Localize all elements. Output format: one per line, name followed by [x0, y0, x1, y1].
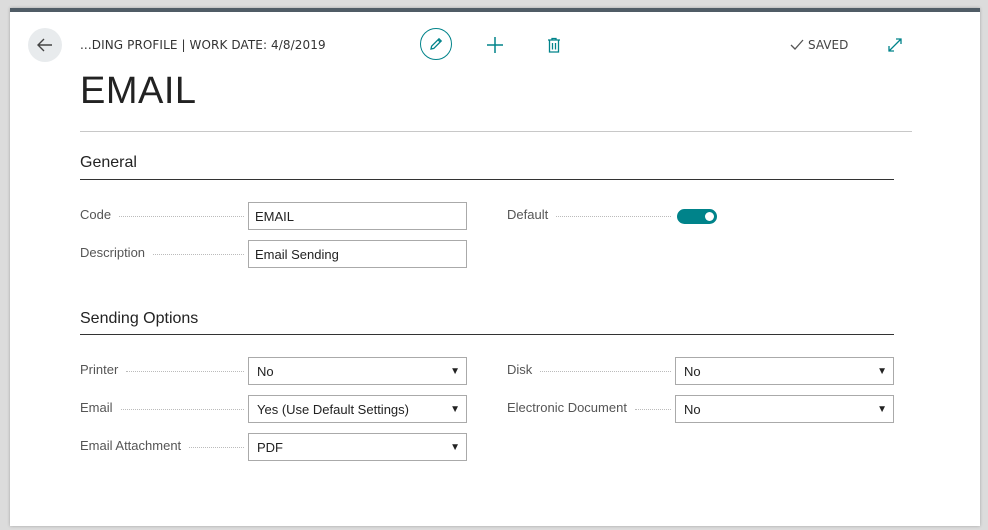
printer-label-leader	[126, 371, 244, 372]
sending-options-section-title[interactable]: Sending Options	[80, 310, 198, 328]
caret-down-icon: ▼	[450, 441, 460, 453]
caret-down-icon: ▼	[877, 403, 887, 415]
page-title: EMAIL	[80, 70, 197, 112]
trash-icon	[548, 37, 560, 53]
disk-select-value: No	[684, 363, 701, 379]
email-label: Email	[80, 400, 244, 415]
code-label-leader	[119, 216, 244, 217]
email-select[interactable]: Yes (Use Default Settings) ▼	[248, 395, 467, 423]
back-button[interactable]	[28, 28, 62, 62]
title-divider	[80, 131, 912, 132]
electronic-document-label-leader	[634, 409, 671, 410]
saved-status: SAVED	[790, 38, 848, 52]
disk-label-text: Disk	[507, 362, 533, 377]
expand-icon	[888, 38, 902, 52]
email-label-text: Email	[80, 400, 113, 415]
email-attachment-label-text: Email Attachment	[80, 438, 182, 453]
caret-down-icon: ▼	[450, 403, 460, 415]
disk-label-leader	[540, 371, 671, 372]
plus-icon	[487, 37, 503, 53]
code-label-text: Code	[80, 207, 112, 222]
electronic-document-label-text: Electronic Document	[507, 400, 627, 415]
add-button[interactable]	[484, 34, 506, 56]
arrow-left-icon	[37, 38, 52, 52]
email-label-leader	[120, 409, 244, 410]
disk-select[interactable]: No ▼	[675, 357, 894, 385]
default-label-text: Default	[507, 207, 549, 222]
default-toggle[interactable]	[677, 209, 717, 224]
caret-down-icon: ▼	[450, 365, 460, 377]
description-label: Description	[80, 245, 244, 260]
check-icon	[790, 39, 804, 50]
breadcrumb: ...DING PROFILE | WORK DATE: 4/8/2019	[80, 38, 326, 52]
printer-select[interactable]: No ▼	[248, 357, 467, 385]
general-section-title[interactable]: General	[80, 154, 137, 172]
disk-label: Disk	[507, 362, 671, 377]
saved-label: SAVED	[808, 38, 849, 52]
delete-button[interactable]	[543, 34, 565, 56]
email-select-value: Yes (Use Default Settings)	[257, 401, 409, 417]
email-attachment-select[interactable]: PDF ▼	[248, 433, 467, 461]
toggle-knob	[705, 212, 714, 221]
electronic-document-label: Electronic Document	[507, 400, 671, 415]
description-label-leader	[153, 254, 244, 255]
printer-label: Printer	[80, 362, 244, 377]
electronic-document-select[interactable]: No ▼	[675, 395, 894, 423]
edit-button[interactable]	[420, 28, 452, 60]
email-attachment-select-value: PDF	[257, 439, 283, 455]
email-attachment-label-leader	[189, 447, 244, 448]
expand-button[interactable]	[884, 34, 906, 56]
default-label-leader	[556, 216, 671, 217]
sending-options-section-divider	[80, 334, 894, 335]
code-label: Code	[80, 207, 244, 222]
electronic-document-select-value: No	[684, 401, 701, 417]
description-label-text: Description	[80, 245, 146, 260]
form-window: ...DING PROFILE | WORK DATE: 4/8/2019 SA…	[10, 8, 980, 526]
general-section-divider	[80, 179, 894, 180]
caret-down-icon: ▼	[877, 365, 887, 377]
code-field[interactable]: EMAIL	[248, 202, 467, 230]
pencil-icon	[430, 37, 443, 50]
description-field[interactable]: Email Sending	[248, 240, 467, 268]
printer-select-value: No	[257, 363, 274, 379]
default-label: Default	[507, 207, 671, 222]
email-attachment-label: Email Attachment	[80, 438, 244, 453]
printer-label-text: Printer	[80, 362, 119, 377]
